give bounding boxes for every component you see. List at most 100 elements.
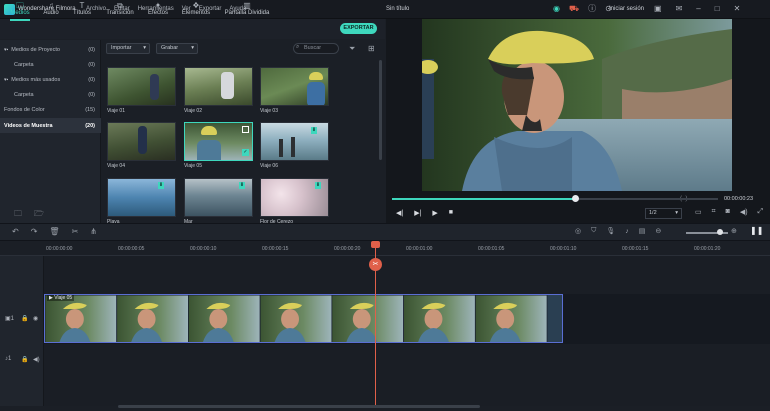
screen-icon[interactable]: ▭ bbox=[695, 208, 702, 216]
microphone-icon[interactable]: 🎙 bbox=[606, 227, 615, 235]
zoom-in-icon[interactable]: ⊕ bbox=[731, 227, 737, 235]
media-thumb-flor-de-cerezo[interactable]: ⬇ bbox=[260, 178, 329, 217]
media-thumb-viaje-03[interactable] bbox=[260, 67, 329, 106]
tab-transicion[interactable]: ⧉ Transición bbox=[104, 0, 136, 20]
play-icon[interactable]: ▶ bbox=[432, 209, 437, 217]
filter-icon[interactable]: ⏷ bbox=[349, 44, 355, 54]
download-icon: ⬇ bbox=[239, 182, 245, 189]
transition-icon: ⧉ bbox=[117, 1, 123, 10]
tab-elementos[interactable]: ❖ Elementos bbox=[180, 0, 212, 20]
media-thumb-viaje-04[interactable] bbox=[107, 122, 176, 161]
search-input[interactable]: Buscar bbox=[293, 43, 339, 54]
ruler-tick: 00:00:00:20 bbox=[334, 246, 361, 252]
library-item-color-backgrounds[interactable]: Fondos de Color (15) bbox=[0, 102, 101, 117]
library-item-folder[interactable]: Carpeta (0) bbox=[0, 57, 101, 72]
export-button[interactable]: EXPORTAR bbox=[340, 23, 377, 34]
media-label: Viaje 02 bbox=[184, 108, 202, 114]
delete-icon[interactable]: 🗑 bbox=[49, 227, 59, 236]
library-item-project-media[interactable]: ▾▪ Medios de Proyecto (0) bbox=[0, 42, 101, 57]
cart-icon[interactable]: ⛟ bbox=[569, 4, 579, 14]
eye-icon[interactable]: ◉ bbox=[33, 315, 38, 322]
login-link[interactable]: Iniciar sesión bbox=[609, 6, 644, 12]
undo-icon[interactable]: ↶ bbox=[12, 227, 19, 236]
ruler-tick: 00:00:01:05 bbox=[478, 246, 505, 252]
media-label: Viaje 06 bbox=[260, 163, 278, 169]
media-thumb-viaje-05[interactable]: ✓ bbox=[184, 122, 253, 161]
volume-icon[interactable]: ◀) bbox=[740, 208, 748, 216]
rewind-icon[interactable]: ◀| bbox=[396, 209, 403, 217]
preview-progress-handle[interactable] bbox=[571, 195, 579, 202]
redo-icon[interactable]: ↷ bbox=[31, 227, 38, 236]
stop-icon[interactable]: ■ bbox=[449, 209, 453, 217]
media-scrollbar[interactable] bbox=[379, 60, 382, 160]
media-thumb-mar[interactable]: ⬇ bbox=[184, 178, 253, 217]
timeline-clip[interactable] bbox=[44, 294, 563, 343]
tab-audio[interactable]: ♫ Audio bbox=[40, 0, 62, 20]
ruler-tick: 00:00:01:15 bbox=[622, 246, 649, 252]
chevron-down-icon: ▾ bbox=[191, 45, 194, 51]
shield-icon[interactable]: ⛉ bbox=[591, 227, 596, 235]
timeline-ruler[interactable] bbox=[0, 242, 770, 256]
video-track-icon: ▣1 bbox=[5, 316, 15, 322]
fullscreen-icon[interactable]: ⤢ bbox=[758, 208, 764, 216]
preview-progress-fill bbox=[392, 198, 575, 200]
grid-view-icon[interactable]: ⊞ bbox=[368, 44, 375, 53]
pause-icon[interactable]: ❚❚ bbox=[750, 226, 763, 235]
ruler-tick: 00:00:00:05 bbox=[118, 246, 145, 252]
snapshot-icon[interactable]: ⌗ bbox=[712, 208, 716, 216]
scissors-icon[interactable]: ✂ bbox=[369, 258, 382, 271]
save-icon[interactable]: ▣ bbox=[654, 4, 662, 14]
split-audio-icon[interactable]: ⋔ bbox=[90, 227, 97, 236]
render-icon[interactable]: ◎ bbox=[575, 227, 581, 235]
tab-efectos[interactable]: ✦ Efectos bbox=[145, 0, 171, 20]
ruler-tick: 00:00:01:10 bbox=[550, 246, 577, 252]
subtitle-icon[interactable]: ▤ bbox=[639, 227, 646, 235]
download-icon: ⬇ bbox=[311, 127, 317, 134]
timeline-edit-tools: ↶ ↷ 🗑 ✂ ⋔ bbox=[12, 227, 97, 236]
chevron-folder-icon: ▾▪ bbox=[4, 46, 9, 53]
tab-pantalla-dividida[interactable]: ▥ Pantalla Dividida bbox=[224, 0, 270, 20]
search-icon: ⌕ bbox=[296, 44, 300, 50]
tab-titulos[interactable]: T Títulos bbox=[70, 0, 94, 20]
media-label: Viaje 03 bbox=[260, 108, 278, 114]
mail-icon[interactable]: ✉ bbox=[676, 4, 683, 14]
camera-icon[interactable]: ◙ bbox=[726, 208, 730, 216]
play-pause-icon[interactable]: ▶| bbox=[414, 209, 421, 217]
main-toolbar bbox=[0, 19, 385, 39]
zoom-out-icon[interactable]: ⊖ bbox=[655, 227, 661, 235]
audio-track-icon: ♪1 bbox=[5, 356, 12, 362]
new-folder-icon[interactable]: 🗀 bbox=[14, 208, 22, 222]
media-thumb-viaje-02[interactable] bbox=[184, 67, 253, 106]
tab-medios[interactable]: 🗀 Medios bbox=[8, 0, 32, 20]
chevron-folder-icon: ▾▪ bbox=[4, 76, 9, 83]
library-item-most-used[interactable]: ▾▪ Medios más usados (0) bbox=[0, 72, 101, 87]
speaker-icon[interactable]: ◀) bbox=[33, 356, 40, 363]
folder-icon: 🗀 bbox=[16, 1, 24, 10]
lock-icon[interactable]: 🔒 bbox=[21, 356, 28, 363]
timeline-scrollbar[interactable] bbox=[118, 405, 480, 408]
lock-icon[interactable]: 🔒 bbox=[21, 315, 28, 322]
split-screen-icon: ▥ bbox=[243, 1, 251, 10]
playhead-handle[interactable] bbox=[371, 241, 380, 248]
zoom-slider-handle[interactable] bbox=[717, 229, 723, 235]
minimize-icon[interactable]: – bbox=[696, 4, 700, 14]
library-item-folder[interactable]: Carpeta (0) bbox=[0, 87, 101, 102]
folder-icon[interactable]: 🗁 bbox=[34, 208, 44, 222]
ruler-tick: 00:00:01:00 bbox=[406, 246, 433, 252]
preview-video bbox=[422, 19, 732, 191]
import-dropdown[interactable]: Importar ▾ bbox=[106, 43, 150, 54]
headset-icon[interactable]: ◉ bbox=[553, 4, 560, 14]
preview-quality-select[interactable]: 1/2 ▾ bbox=[645, 208, 682, 219]
clip-filmstrip bbox=[45, 295, 548, 342]
close-icon[interactable]: ✕ bbox=[734, 4, 741, 14]
media-thumb-viaje-01[interactable] bbox=[107, 67, 176, 106]
music-mix-icon[interactable]: ♪ bbox=[625, 228, 629, 235]
info-icon[interactable]: ⓘ bbox=[588, 4, 596, 14]
cut-icon[interactable]: ✂ bbox=[72, 227, 79, 236]
media-thumb-playa[interactable]: ⬇ bbox=[107, 178, 176, 217]
record-dropdown[interactable]: Grabar ▾ bbox=[156, 43, 198, 54]
library-footer: 🗀 🗁 bbox=[14, 208, 44, 222]
maximize-icon[interactable]: □ bbox=[715, 4, 720, 14]
media-thumb-viaje-06[interactable]: ⬇ bbox=[260, 122, 329, 161]
library-item-sample-videos[interactable]: Videos de Muestra (20) bbox=[0, 118, 101, 133]
